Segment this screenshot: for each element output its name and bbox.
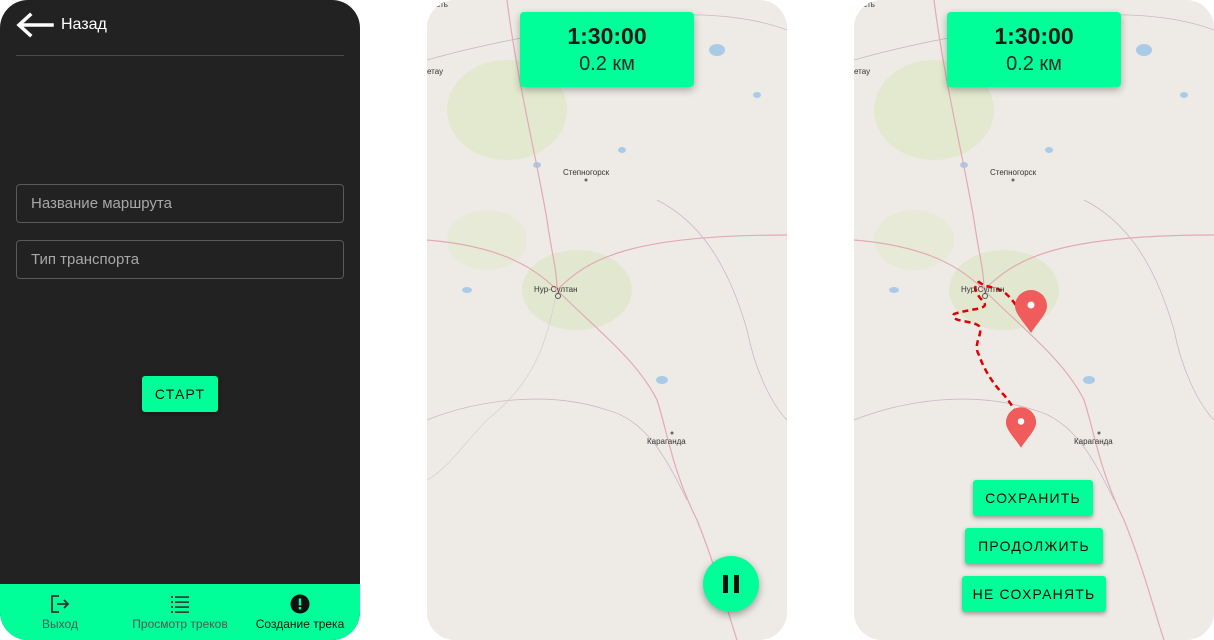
distance: 0.2 км xyxy=(1006,53,1062,75)
start-marker-icon[interactable] xyxy=(1014,290,1048,334)
discard-button[interactable]: НЕ СОХРАНЯТЬ xyxy=(962,576,1106,612)
create-track-screen: Назад СТАРТ Выход Просмотр треков xyxy=(0,0,360,640)
map-label-nursultan: Нур-Султан xyxy=(534,285,578,294)
map-label-karaganda: Караганда xyxy=(1074,437,1113,446)
map-label-oblast: ласть xyxy=(427,0,448,9)
distance: 0.2 км xyxy=(579,53,635,75)
map-label-stepnogorsk: Степногорск xyxy=(990,168,1037,177)
nav-label-tracks: Просмотр треков xyxy=(132,617,228,631)
save-button[interactable]: СОХРАНИТЬ xyxy=(973,480,1093,516)
top-bar: Назад xyxy=(16,0,344,56)
finish-screen: ласть етау Степногорск Нур-Султан Карага… xyxy=(854,0,1214,640)
map[interactable] xyxy=(427,0,787,640)
map-label-karaganda: Караганда xyxy=(647,437,686,446)
list-icon xyxy=(171,596,189,613)
timer-card: 1:30:00 0.2 км xyxy=(947,12,1121,87)
route-name-input[interactable] xyxy=(16,184,344,223)
elapsed-time: 1:30:00 xyxy=(567,23,647,49)
map-label-city: етау xyxy=(427,67,444,76)
alert-icon xyxy=(290,594,310,614)
map-label-nursultan: Нур-Султан xyxy=(961,285,1005,294)
nav-item-tracks[interactable]: Просмотр треков xyxy=(120,584,240,640)
map-label-oblast: ласть xyxy=(854,0,875,9)
continue-button[interactable]: ПРОДОЛЖИТЬ xyxy=(965,528,1103,564)
pause-icon xyxy=(723,575,728,593)
back-label[interactable]: Назад xyxy=(61,16,107,34)
transport-type-input[interactable] xyxy=(16,240,344,279)
pause-button[interactable] xyxy=(703,556,759,612)
nav-item-create[interactable]: Создание трека xyxy=(240,584,360,640)
back-arrow-icon[interactable] xyxy=(16,12,54,38)
nav-label-exit: Выход xyxy=(42,617,78,631)
exit-icon xyxy=(51,595,70,613)
nav-label-create: Создание трека xyxy=(255,617,345,631)
bottom-navigation: Выход Просмотр треков Создание трека xyxy=(0,584,360,640)
end-marker-icon[interactable] xyxy=(1005,407,1037,449)
nav-item-exit[interactable]: Выход xyxy=(0,584,120,640)
map-label-stepnogorsk: Степногорск xyxy=(563,168,610,177)
map-label-city: етау xyxy=(854,67,871,76)
start-button[interactable]: СТАРТ xyxy=(142,376,218,412)
timer-card: 1:30:00 0.2 км xyxy=(520,12,694,87)
elapsed-time: 1:30:00 xyxy=(994,23,1074,49)
tracking-screen: ласть етау Степногорск Нур-Султан Карага… xyxy=(427,0,787,640)
